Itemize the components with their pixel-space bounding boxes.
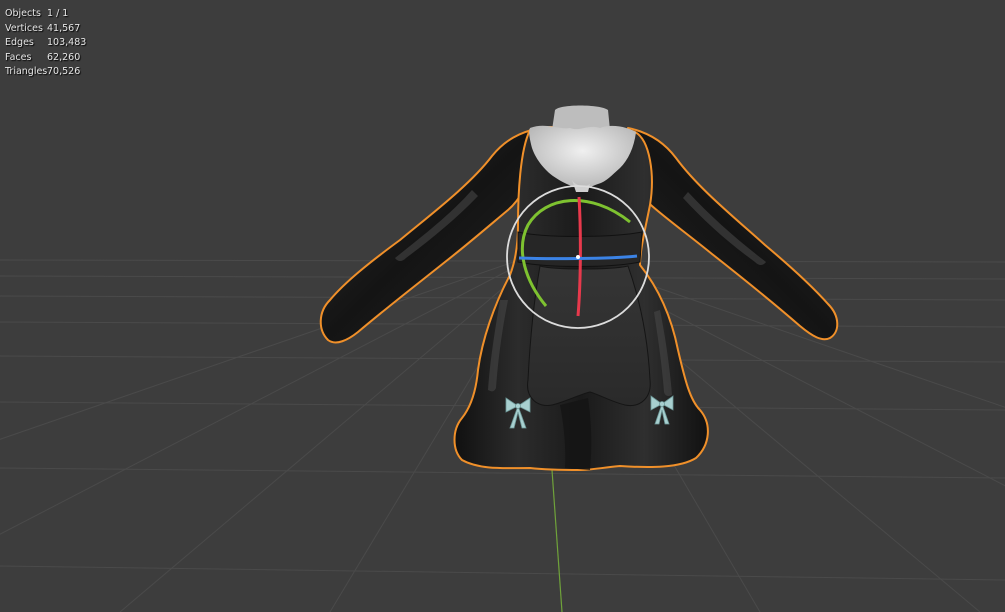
stat-row-vertices: Vertices 41,567 [5, 22, 86, 37]
stat-value-objects: 1 / 1 [47, 8, 69, 19]
viewport-statistics-overlay: Objects 1 / 1 Vertices 41,567 Edges 103,… [5, 7, 86, 80]
stat-row-objects: Objects 1 / 1 [5, 7, 86, 22]
stat-label-objects: Objects [5, 8, 41, 19]
3d-viewport[interactable]: Objects 1 / 1 Vertices 41,567 Edges 103,… [0, 0, 1005, 612]
stat-value-vertices: 41,567 [47, 22, 81, 34]
stat-value-faces: 62,260 [47, 51, 81, 63]
stat-value-triangles: 70,526 [47, 66, 81, 77]
stat-row-faces: Faces 62,260 [5, 51, 86, 66]
stat-label-vertices: Vertices [5, 22, 43, 34]
stat-row-edges: Edges 103,483 [5, 36, 86, 51]
stat-label-faces: Faces [5, 51, 32, 63]
y-axis-line [551, 469, 563, 612]
stat-label-edges: Edges [5, 37, 34, 48]
stat-label-triangles: Triangles [5, 66, 48, 77]
stat-row-triangles: Triangles 70,526 [5, 65, 86, 80]
gizmo-center-dot[interactable] [576, 255, 580, 259]
stat-value-edges: 103,483 [47, 37, 87, 48]
viewport-scene[interactable] [0, 0, 1005, 612]
